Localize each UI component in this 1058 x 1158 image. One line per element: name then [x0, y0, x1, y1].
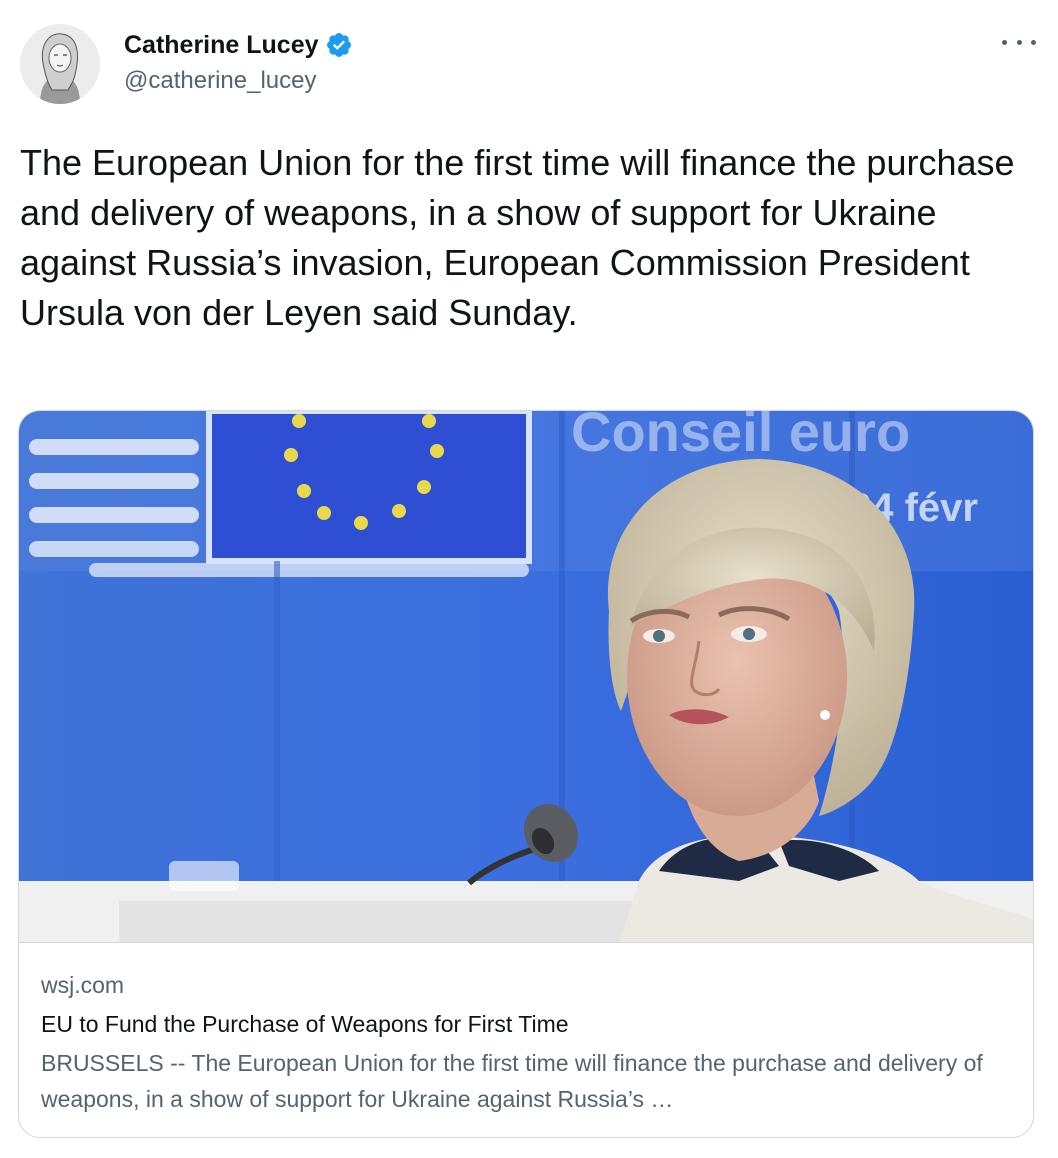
- more-dot: [1031, 39, 1036, 45]
- backdrop-text-council: Conseil euro: [571, 411, 910, 463]
- tweet: Catherine Lucey @catherine_lucey The Eur…: [0, 0, 1058, 1158]
- more-dot: [1016, 39, 1022, 45]
- more-options-icon[interactable]: [1002, 32, 1036, 52]
- author-display-name[interactable]: Catherine Lucey: [124, 30, 319, 60]
- link-card-domain: wsj.com: [41, 972, 125, 998]
- press-conference-photo: Conseil euro 24 févr: [19, 411, 1033, 942]
- link-card[interactable]: Conseil euro 24 févr wsj.com EU to Fund …: [18, 410, 1034, 1138]
- link-card-title: EU to Fund the Purchase of Weapons for F…: [41, 1011, 569, 1037]
- verified-badge-icon: [326, 33, 351, 57]
- author-handle[interactable]: @catherine_lucey: [124, 66, 316, 96]
- link-card-image: Conseil euro 24 févr: [19, 411, 1033, 943]
- tweet-text: The European Union for the first time wi…: [20, 142, 1015, 333]
- avatar-illustration: [20, 24, 100, 104]
- author-avatar[interactable]: [20, 24, 100, 104]
- more-dot: [1002, 39, 1007, 45]
- link-card-description: BRUSSELS -- The European Union for the f…: [41, 1050, 983, 1112]
- author-name-row: Catherine Lucey: [124, 30, 353, 60]
